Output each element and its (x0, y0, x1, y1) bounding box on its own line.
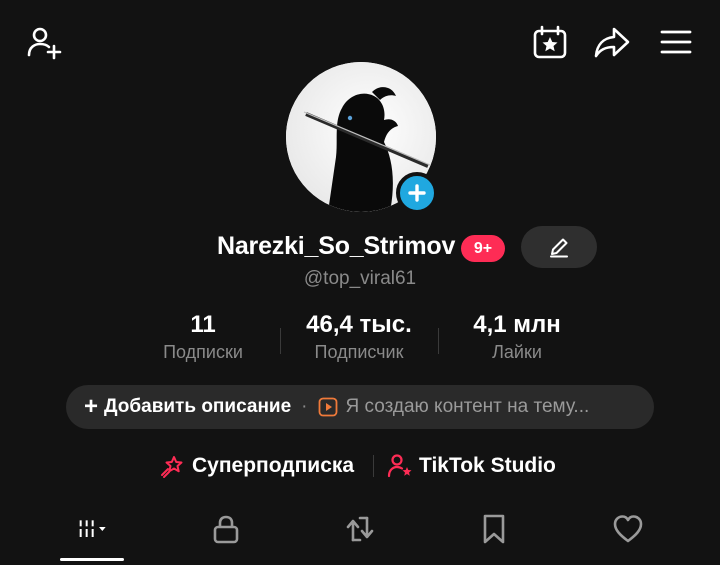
notification-badge[interactable]: 9+ (461, 235, 505, 262)
stat-followers[interactable]: 46,4 тыс. Подписчик (284, 310, 434, 364)
calendar-button[interactable] (530, 22, 570, 62)
separator-dot: · (301, 396, 308, 417)
links-divider (373, 455, 374, 477)
add-description-label: Добавить описание (104, 396, 292, 417)
stat-value: 46,4 тыс. (306, 311, 412, 338)
stat-label: Лайки (492, 342, 542, 362)
stat-likes[interactable]: 4,1 млн Лайки (442, 310, 592, 364)
share-button[interactable] (592, 22, 632, 62)
stat-value: 11 (190, 311, 216, 338)
share-icon (594, 27, 630, 58)
calendar-star-icon (533, 25, 567, 59)
plus-icon (408, 184, 426, 202)
tab-videos[interactable] (60, 500, 126, 558)
videos-grid-icon (79, 520, 106, 537)
name-row: Narezki_So_Strimov 9+ (0, 226, 720, 270)
edit-profile-button[interactable] (521, 226, 597, 268)
menu-icon (660, 30, 692, 54)
profile-links: Суперподписка TikTok Studio (0, 448, 720, 484)
stat-label: Подписки (163, 342, 243, 362)
heart-icon (613, 515, 643, 543)
super-subscription-label: Суперподписка (192, 454, 355, 477)
description-suggestion: Я создаю контент на тему... (345, 396, 590, 417)
lock-icon (213, 515, 239, 544)
super-subscription-icon (161, 456, 183, 478)
active-tab-indicator (60, 558, 124, 561)
repost-icon (346, 516, 374, 542)
stat-following[interactable]: 11 Подписки (128, 310, 278, 364)
add-friend-icon (27, 27, 62, 60)
tab-favorites[interactable] (459, 500, 529, 558)
add-avatar-button[interactable] (396, 172, 438, 214)
add-friend-button[interactable] (24, 22, 64, 62)
add-description-button[interactable]: + Добавить описание · Я создаю контент н… (66, 385, 654, 429)
stats-row: 11 Подписки 46,4 тыс. Подписчик 4,1 млн … (0, 310, 720, 366)
menu-button[interactable] (656, 22, 696, 62)
pencil-icon (550, 238, 568, 258)
tab-liked[interactable] (593, 500, 663, 558)
stat-value: 4,1 млн (473, 311, 561, 338)
stat-divider (280, 328, 281, 354)
tab-reposts[interactable] (325, 500, 395, 558)
tiktok-studio-label: TikTok Studio (419, 454, 556, 477)
username: Narezki_So_Strimov (217, 232, 456, 260)
stat-divider (438, 328, 439, 354)
content-tabs (0, 500, 720, 565)
super-subscription-link[interactable]: Суперподписка (160, 448, 354, 484)
tiktok-studio-link[interactable]: TikTok Studio (387, 448, 556, 484)
bookmark-icon (483, 514, 505, 544)
tiktok-studio-icon (387, 454, 412, 478)
user-handle: @top_viral61 (303, 268, 417, 289)
stat-label: Подписчик (314, 342, 404, 362)
tab-private[interactable] (191, 500, 261, 558)
play-square-icon (318, 397, 337, 417)
avatar-container (286, 62, 438, 214)
plus-icon: + (84, 393, 99, 420)
